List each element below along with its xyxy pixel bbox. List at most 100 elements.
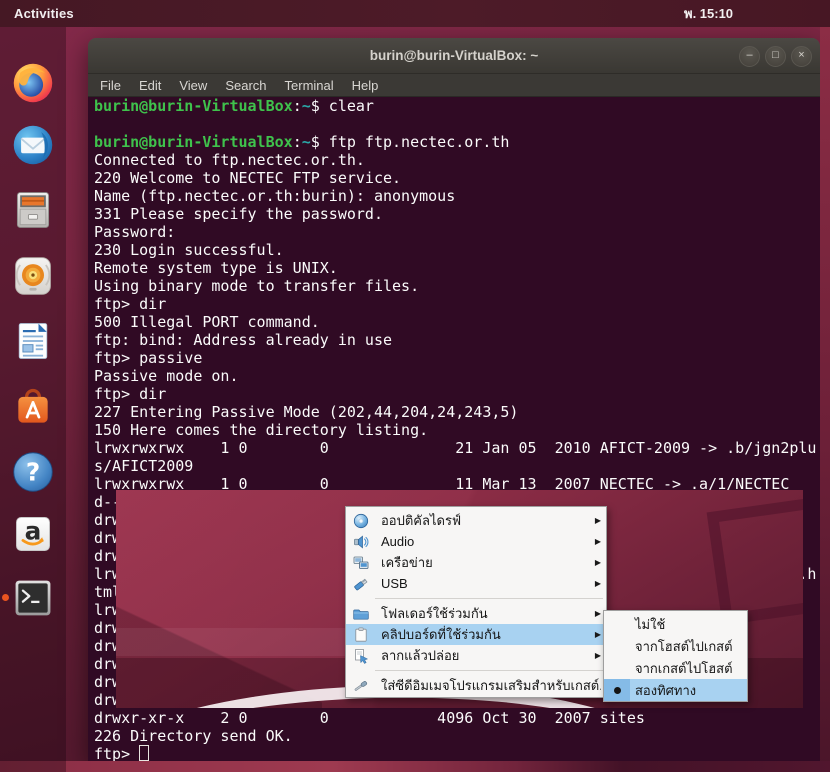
running-indicator [2, 594, 9, 601]
menu-terminal[interactable]: Terminal [285, 78, 334, 93]
menu-separator [375, 598, 603, 599]
terminal-menubar: File Edit View Search Terminal Help [88, 74, 820, 97]
menu-view[interactable]: View [179, 78, 207, 93]
submenu-arrow-icon: ▶ [595, 651, 601, 660]
menu-item-optical-drive[interactable]: ออปติคัลไดรฟ์ ▶ [346, 510, 606, 531]
radio-empty [604, 613, 630, 635]
terminal-line: Passive mode on. [94, 367, 820, 385]
maximize-button[interactable]: □ [765, 46, 786, 67]
submenu-item-label: จากเกสต์ไปโฮสต์ [630, 658, 733, 679]
terminal-line: ftp> [94, 745, 820, 762]
menu-item-usb[interactable]: USB▶ [346, 573, 606, 594]
dock-item-amazon[interactable] [11, 512, 55, 556]
audio-icon [353, 534, 369, 550]
dock-item-help[interactable] [11, 450, 55, 494]
dock-item-writer[interactable] [11, 319, 55, 363]
clock[interactable]: พ. 15:10 [684, 0, 733, 27]
submenu-item-label: ไม่ใช้ [630, 614, 665, 635]
wallpaper-shape-light-band [116, 628, 348, 656]
terminal-line: ftp> passive [94, 349, 820, 367]
submenu-arrow-icon: ▶ [595, 516, 601, 525]
submenu-arrow-icon: ▶ [595, 558, 601, 567]
close-button[interactable]: × [791, 46, 812, 67]
desktop-strip-bottom [0, 761, 830, 772]
menu-file[interactable]: File [100, 78, 121, 93]
menu-edit[interactable]: Edit [139, 78, 161, 93]
menu-item-label: ออปติคัลไดรฟ์ [381, 510, 589, 531]
help-icon [11, 450, 55, 494]
terminal-cursor [139, 745, 149, 761]
dock-item-software[interactable] [11, 385, 55, 429]
dock-item-rhythmbox[interactable] [11, 254, 55, 298]
menu-help[interactable]: Help [352, 78, 379, 93]
submenu-item-host-to-guest[interactable]: จากโฮสต์ไปเกสต์ [604, 635, 747, 657]
dock-item-files[interactable] [11, 188, 55, 232]
submenu-item-label: สองทิศทาง [630, 680, 696, 701]
terminal-line: s/AFICT2009 [94, 457, 820, 475]
dock-item-terminal[interactable] [11, 576, 55, 620]
software-icon [11, 385, 55, 429]
terminal-line: ftp> dir [94, 295, 820, 313]
amazon-icon [11, 512, 55, 556]
menu-item-label: USB [381, 576, 589, 591]
menu-item-label: โฟลเดอร์ใช้ร่วมกัน [381, 603, 589, 624]
menu-item-label: คลิปบอร์ดที่ใช้ร่วมกัน [381, 624, 589, 645]
radio-selected-icon [604, 679, 630, 701]
terminal-line: 500 Illegal PORT command. [94, 313, 820, 331]
files-icon [11, 188, 55, 232]
submenu-item-bidirectional[interactable]: สองทิศทาง [604, 679, 747, 701]
submenu-item-label: จากโฮสต์ไปเกสต์ [630, 636, 733, 657]
menu-item-insert-guest-additions[interactable]: ใส่ซีดีอิมเมจโปรแกรมเสริมสำหรับเกสต์... [346, 675, 606, 696]
menu-item-shared-folders[interactable]: โฟลเดอร์ใช้ร่วมกัน ▶ [346, 603, 606, 624]
window-title: burin@burin-VirtualBox: ~ [370, 48, 539, 63]
submenu-item-guest-to-host[interactable]: จากเกสต์ไปโฮสต์ [604, 657, 747, 679]
folder-icon [353, 606, 369, 622]
terminal-line: Connected to ftp.nectec.or.th. [94, 151, 820, 169]
desktop: Activities พ. 15:10 burin@burin-VirtualB… [0, 0, 830, 772]
dock-item-thunderbird[interactable] [11, 123, 55, 167]
terminal-line: Name (ftp.nectec.or.th:burin): anonymous [94, 187, 820, 205]
dock-item-firefox[interactable] [11, 61, 55, 105]
desktop-strip-right [820, 27, 830, 772]
menu-item-label: ใส่ซีดีอิมเมจโปรแกรมเสริมสำหรับเกสต์... [381, 675, 601, 696]
terminal-line: lrwxrwxrwx 1 0 0 21 Jan 05 2010 AFICT-20… [94, 439, 820, 457]
minimize-button[interactable]: – [739, 46, 760, 67]
terminal-line: 230 Login successful. [94, 241, 820, 259]
menu-search[interactable]: Search [225, 78, 266, 93]
menu-item-label: Audio [381, 534, 589, 549]
menu-item-drag-and-drop[interactable]: ลากแล้วปล่อย ▶ [346, 645, 606, 666]
terminal-line: 226 Directory send OK. [94, 727, 820, 745]
terminal-line: burin@burin-VirtualBox:~$ ftp ftp.nectec… [94, 133, 820, 151]
radio-empty [604, 657, 630, 679]
terminal-line: ftp> dir [94, 385, 820, 403]
menu-item-shared-clipboard[interactable]: คลิปบอร์ดที่ใช้ร่วมกัน ▶ [346, 624, 606, 645]
terminal-line: burin@burin-VirtualBox:~$ clear [94, 97, 820, 115]
menu-item-label: ลากแล้วปล่อย [381, 645, 589, 666]
terminal-line: 331 Please specify the password. [94, 205, 820, 223]
submenu-item-disabled[interactable]: ไม่ใช้ [604, 613, 747, 635]
terminal-titlebar[interactable]: burin@burin-VirtualBox: ~ –□× [88, 38, 820, 74]
menu-item-label: เครือข่าย [381, 552, 589, 573]
terminal-line [94, 115, 820, 133]
terminal-line: ftp: bind: Address already in use [94, 331, 820, 349]
terminal-line: drwxr-xr-x 2 0 0 4096 Oct 30 2007 sites [94, 709, 820, 727]
vbox-device-menu: ออปติคัลไดรฟ์▶Audio▶เครือข่าย▶USB▶โฟลเดอ… [345, 506, 607, 698]
terminal-line: 227 Entering Passive Mode (202,44,204,24… [94, 403, 820, 421]
optical-icon [353, 513, 369, 529]
menu-item-network[interactable]: เครือข่าย ▶ [346, 552, 606, 573]
activities-button[interactable]: Activities [14, 6, 74, 21]
terminal-line: Remote system type is UNIX. [94, 259, 820, 277]
submenu-arrow-icon: ▶ [595, 630, 601, 639]
firefox-icon [11, 61, 55, 105]
top-bar: Activities พ. 15:10 [0, 0, 830, 27]
terminal-line: Using binary mode to transfer files. [94, 277, 820, 295]
menu-item-audio[interactable]: Audio ▶ [346, 531, 606, 552]
clipboard-icon [353, 627, 369, 643]
thunderbird-icon [11, 123, 55, 167]
tools-icon [353, 678, 369, 694]
submenu-arrow-icon: ▶ [595, 609, 601, 618]
submenu-arrow-icon: ▶ [595, 537, 601, 546]
writer-icon [11, 319, 55, 363]
terminal-line: 150 Here comes the directory listing. [94, 421, 820, 439]
usb-icon [353, 576, 369, 592]
